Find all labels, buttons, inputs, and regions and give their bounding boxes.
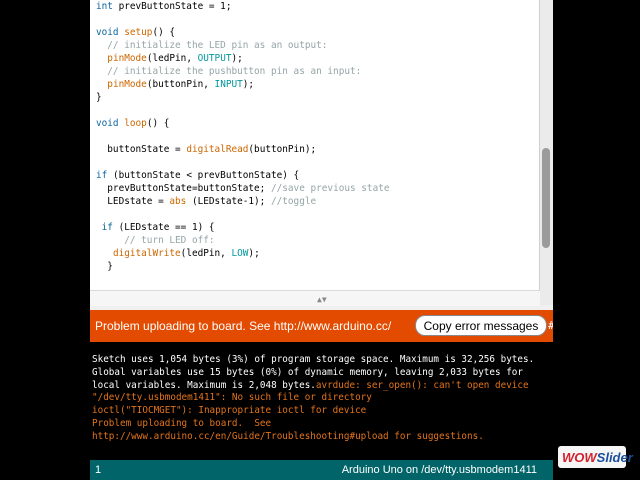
code-token: } bbox=[96, 92, 102, 103]
code-token: setup bbox=[124, 27, 153, 38]
scrollbar-thumb[interactable] bbox=[542, 148, 550, 248]
code-token: if bbox=[96, 170, 108, 181]
copy-error-messages-button[interactable]: Copy error messages bbox=[415, 315, 547, 336]
code-token: (LEDstate == 1) { bbox=[112, 222, 215, 233]
code-token: pinMode bbox=[107, 53, 147, 64]
code-token: // turn LED off: bbox=[96, 235, 215, 246]
code-token: (buttonPin); bbox=[248, 144, 317, 155]
editor-console-divider[interactable]: ▲▼ bbox=[90, 290, 540, 306]
code-token: prevButtonState = 1; bbox=[112, 1, 232, 12]
code-line: if (buttonState < prevButtonState) { bbox=[96, 169, 536, 182]
console-output[interactable]: Sketch uses 1,054 bytes (3%) of program … bbox=[90, 342, 553, 460]
error-message-bar: Problem uploading to board. See http://w… bbox=[90, 310, 553, 342]
code-token: abs bbox=[169, 196, 187, 207]
code-line: void loop() { bbox=[96, 117, 536, 130]
console-line: local variables. Maximum is 2,048 bytes.… bbox=[92, 380, 534, 393]
code-token: prevButtonState=buttonState; bbox=[96, 183, 271, 194]
black-margin bbox=[553, 0, 640, 480]
code-token: () { bbox=[152, 27, 176, 38]
console-line: ioctl("TIOCMGET"): Inappropriate ioctl f… bbox=[92, 405, 534, 418]
code-token: void bbox=[96, 27, 119, 38]
console-line: Global variables use 15 bytes (0%) of dy… bbox=[92, 367, 534, 380]
code-token: ); bbox=[231, 53, 243, 64]
code-line: int prevButtonState = 1; bbox=[96, 0, 536, 13]
code-line: if (LEDstate == 1) { bbox=[96, 221, 536, 234]
code-text[interactable]: int prevButtonState = 1; void setup() { … bbox=[96, 0, 536, 273]
code-line: void setup() { bbox=[96, 26, 536, 39]
code-token: (buttonPin, bbox=[146, 79, 215, 90]
wowslider-watermark-logo: WOW Slider bbox=[558, 446, 633, 468]
code-token: INPUT bbox=[214, 79, 243, 90]
code-line: buttonState = digitalRead(buttonPin); bbox=[96, 143, 536, 156]
code-token: loop bbox=[124, 118, 147, 129]
code-token: // initialize the LED pin as an output: bbox=[96, 40, 328, 51]
console-line: http://www.arduino.cc/en/Guide/Troublesh… bbox=[92, 431, 534, 444]
arduino-ide-window: int prevButtonState = 1; void setup() { … bbox=[90, 0, 553, 480]
code-line: LEDstate = abs (LEDstate-1); //toggle bbox=[96, 195, 536, 208]
console-line: Problem uploading to board. See bbox=[92, 418, 534, 431]
code-line: } bbox=[96, 91, 536, 104]
console-text: Sketch uses 1,054 bytes (3%) of program … bbox=[92, 354, 534, 444]
code-token: (ledPin, bbox=[146, 53, 198, 64]
code-line: prevButtonState=buttonState; //save prev… bbox=[96, 182, 536, 195]
code-token: buttonState = bbox=[96, 144, 187, 155]
console-token: Problem uploading to board. See bbox=[92, 417, 272, 429]
code-line: // initialize the LED pin as an output: bbox=[96, 39, 536, 52]
console-line: Sketch uses 1,054 bytes (3%) of program … bbox=[92, 354, 534, 367]
code-line: // turn LED off: bbox=[96, 234, 536, 247]
divider-grip-icon[interactable]: ▲▼ bbox=[317, 295, 327, 304]
code-token: ); bbox=[242, 79, 255, 90]
code-token: digitalWrite bbox=[112, 248, 181, 259]
error-message: Problem uploading to board. See http://w… bbox=[95, 319, 392, 333]
status-bar: 1 Arduino Uno on /dev/tty.usbmodem1411 bbox=[90, 460, 553, 480]
code-line: digitalWrite(ledPin, LOW); bbox=[96, 247, 536, 260]
watermark-part-1: WOW bbox=[562, 449, 597, 465]
code-token: void bbox=[96, 118, 119, 129]
console-token: avrdude: ser_open(): can't open device bbox=[315, 379, 529, 391]
code-token: () { bbox=[146, 118, 170, 129]
console-token: ioctl("TIOCMGET"): Inappropriate ioctl f… bbox=[92, 405, 367, 417]
code-token: //toggle bbox=[270, 196, 317, 207]
board-port-info: Arduino Uno on /dev/tty.usbmodem1411 bbox=[341, 464, 537, 476]
editor-vertical-scrollbar[interactable] bbox=[539, 0, 553, 305]
code-line: pinMode(ledPin, OUTPUT); bbox=[96, 52, 536, 65]
code-token: OUTPUT bbox=[197, 53, 232, 64]
console-line: "/dev/tty.usbmodem1411": No such file or… bbox=[92, 392, 534, 405]
code-token: if bbox=[101, 222, 113, 233]
code-token: // initialize the pushbutton pin as an i… bbox=[96, 66, 362, 77]
console-token: local variables. Maximum is 2,048 bytes. bbox=[92, 379, 316, 391]
code-token: (buttonState < prevButtonState) { bbox=[107, 170, 300, 181]
console-token: "/dev/tty.usbmodem1411": No such file or… bbox=[92, 392, 372, 404]
code-token: pinMode bbox=[107, 79, 147, 90]
code-token: //save previous state bbox=[270, 183, 390, 194]
watermark-part-2: Slider bbox=[596, 449, 633, 465]
code-editor[interactable]: int prevButtonState = 1; void setup() { … bbox=[90, 0, 553, 290]
code-line: pinMode(buttonPin, INPUT); bbox=[96, 78, 536, 91]
console-token: Global variables use 15 bytes (0%) of dy… bbox=[92, 366, 523, 378]
code-token: ); bbox=[248, 248, 260, 259]
code-token: (ledPin, bbox=[180, 248, 232, 259]
code-token: } bbox=[96, 261, 113, 272]
code-line: // initialize the pushbutton pin as an i… bbox=[96, 65, 536, 78]
current-line-number: 1 bbox=[95, 464, 102, 476]
code-token: int bbox=[96, 1, 113, 12]
code-token: (LEDstate-1); bbox=[186, 196, 271, 207]
console-token: http://www.arduino.cc/en/Guide/Troublesh… bbox=[92, 430, 484, 442]
code-token: LOW bbox=[231, 248, 249, 259]
code-token: digitalRead bbox=[186, 144, 249, 155]
code-line: } bbox=[96, 260, 536, 273]
code-token: LEDstate = bbox=[96, 196, 170, 207]
console-token: Sketch uses 1,054 bytes (3%) of program … bbox=[92, 354, 535, 365]
